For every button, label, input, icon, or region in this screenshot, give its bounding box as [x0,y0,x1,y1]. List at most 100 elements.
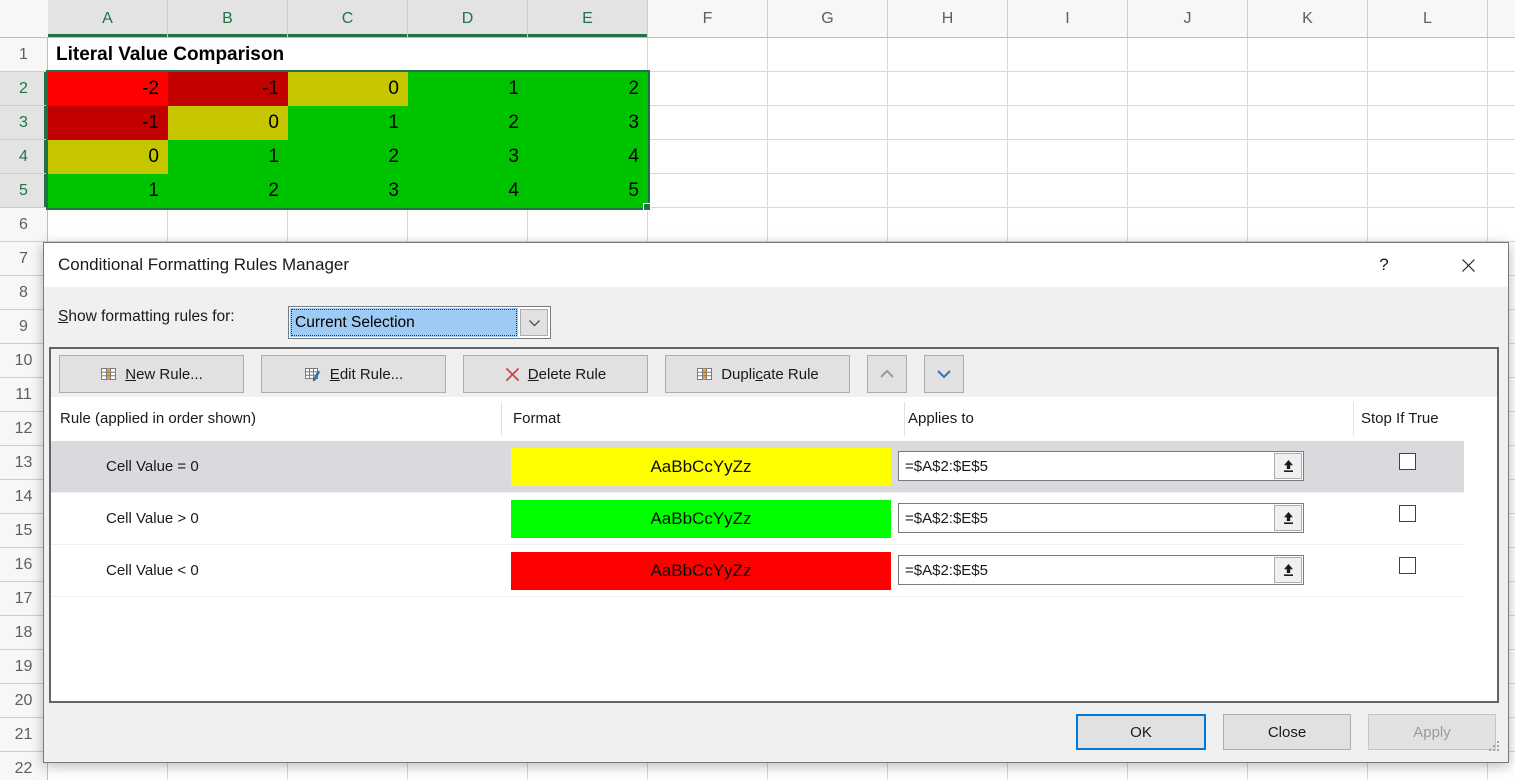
help-button[interactable]: ? [1364,243,1404,287]
row-header-4[interactable]: 4 [0,140,47,174]
row-header-9[interactable]: 9 [0,310,47,344]
close-icon[interactable] [1448,243,1488,287]
table-grid-icon [696,366,713,382]
row-header-5[interactable]: 5 [0,174,47,208]
row-header-18[interactable]: 18 [0,616,47,650]
format-preview: AaBbCcYyZz [511,448,891,486]
collapse-arrow-icon [1282,563,1295,577]
rule-row-cell-value-eq-0[interactable]: Cell Value = 0 AaBbCcYyZz [51,441,1464,493]
format-preview: AaBbCcYyZz [511,500,891,538]
rules-container: New Rule... Edit Rule... Delete Rule [49,347,1499,703]
rules-list-header: Rule (applied in order shown) Format App… [51,397,1497,441]
row-header-3[interactable]: 3 [0,106,47,140]
stop-if-true-checkbox[interactable] [1399,505,1416,522]
row-header-16[interactable]: 16 [0,548,47,582]
apply-button[interactable]: Apply [1368,714,1496,750]
column-header-G[interactable]: G [768,0,888,37]
applies-to-field [898,503,1304,533]
dialog-titlebar[interactable]: Conditional Formatting Rules Manager ? [44,243,1508,287]
new-rule-label: New Rule... [125,366,203,383]
rules-toolbar: New Rule... Edit Rule... Delete Rule [51,349,1497,397]
row-header-8[interactable]: 8 [0,276,47,310]
applies-to-input[interactable] [899,504,1273,532]
stop-if-true-checkbox[interactable] [1399,453,1416,470]
header-format: Format [513,397,561,441]
edit-pencil-icon [304,366,322,382]
cf-rules-manager-dialog: Conditional Formatting Rules Manager ? S… [43,242,1509,763]
excel-window: ABCDEFGHIJKL 123456789101112131415161718… [0,0,1515,780]
dropdown-selected-value: Current Selection [290,308,518,337]
column-header-B[interactable]: B [168,0,288,37]
header-separator [904,402,905,436]
red-x-icon [505,367,520,382]
row-header-7[interactable]: 7 [0,242,47,276]
row-header-2[interactable]: 2 [0,72,47,106]
collapse-dialog-button[interactable] [1274,453,1302,479]
row-header-14[interactable]: 14 [0,480,47,514]
stop-if-true-checkbox[interactable] [1399,557,1416,574]
collapse-arrow-icon [1282,511,1295,525]
row-header-12[interactable]: 12 [0,412,47,446]
applies-to-input[interactable] [899,452,1273,480]
resize-grip[interactable] [1488,739,1500,757]
header-stop-if-true: Stop If True [1361,397,1439,441]
show-rules-dropdown[interactable]: Current Selection [288,306,551,339]
column-header-F[interactable]: F [648,0,768,37]
applies-to-field [898,555,1304,585]
new-rule-button[interactable]: New Rule... [59,355,244,393]
row-header-22[interactable]: 22 [0,752,47,780]
column-header-J[interactable]: J [1128,0,1248,37]
cell-A1[interactable]: Literal Value Comparison [56,38,284,71]
chevron-up-icon [879,369,895,379]
duplicate-rule-label: Duplicate Rule [721,366,819,383]
fill-handle[interactable] [643,203,651,211]
row-header-11[interactable]: 11 [0,378,47,412]
applies-to-input[interactable] [899,556,1273,584]
row-header-1[interactable]: 1 [0,38,47,72]
delete-rule-button[interactable]: Delete Rule [463,355,648,393]
column-header-H[interactable]: H [888,0,1008,37]
edit-rule-button[interactable]: Edit Rule... [261,355,446,393]
column-headers: ABCDEFGHIJKL [0,0,1515,38]
column-header-C[interactable]: C [288,0,408,37]
rule-row-cell-value-lt-0[interactable]: Cell Value < 0 AaBbCcYyZz [51,545,1464,597]
header-separator [501,402,502,436]
rules-list: Rule (applied in order shown) Format App… [51,397,1497,701]
move-rule-down-button[interactable] [924,355,964,393]
row-header-13[interactable]: 13 [0,446,47,480]
column-header-E[interactable]: E [528,0,648,37]
move-rule-up-button[interactable] [867,355,907,393]
row-header-15[interactable]: 15 [0,514,47,548]
applies-to-field [898,451,1304,481]
column-header-K[interactable]: K [1248,0,1368,37]
collapse-arrow-icon [1282,459,1295,473]
column-header-L[interactable]: L [1368,0,1488,37]
rule-row-cell-value-gt-0[interactable]: Cell Value > 0 AaBbCcYyZz [51,493,1464,545]
header-separator [1353,402,1354,436]
edit-rule-label: Edit Rule... [330,366,403,383]
selection-border [46,70,650,210]
row-header-10[interactable]: 10 [0,344,47,378]
column-header-D[interactable]: D [408,0,528,37]
column-header-A[interactable]: A [48,0,168,37]
rule-description: Cell Value > 0 [106,493,199,545]
row-header-21[interactable]: 21 [0,718,47,752]
collapse-dialog-button[interactable] [1274,557,1302,583]
chevron-down-icon [528,319,541,327]
collapse-dialog-button[interactable] [1274,505,1302,531]
dropdown-arrow-button[interactable] [520,309,548,336]
row-header-6[interactable]: 6 [0,208,47,242]
delete-rule-label: Delete Rule [528,366,606,383]
duplicate-rule-button[interactable]: Duplicate Rule [665,355,850,393]
rule-description: Cell Value < 0 [106,545,199,597]
ok-button[interactable]: OK [1076,714,1206,750]
header-rule: Rule (applied in order shown) [60,397,256,441]
dialog-title: Conditional Formatting Rules Manager [58,243,349,287]
row-header-19[interactable]: 19 [0,650,47,684]
row-header-20[interactable]: 20 [0,684,47,718]
row-header-17[interactable]: 17 [0,582,47,616]
close-button[interactable]: Close [1223,714,1351,750]
column-header-I[interactable]: I [1008,0,1128,37]
format-preview: AaBbCcYyZz [511,552,891,590]
row-headers: 12345678910111213141516171819202122 [0,38,48,780]
